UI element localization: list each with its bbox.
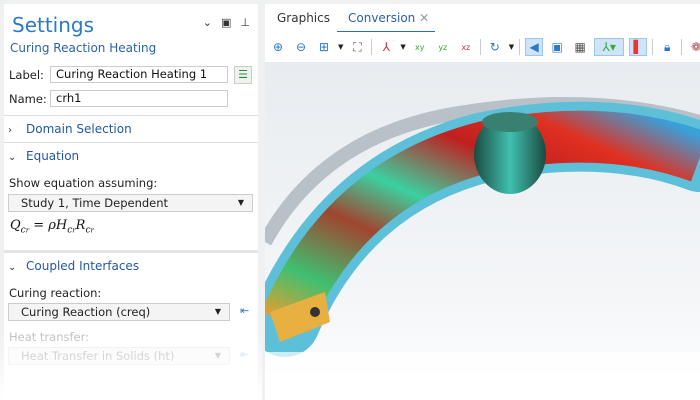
yz-view-icon[interactable]: yz (434, 38, 452, 56)
graphics-toolbar: ⊕ ⊖ ⊞ ▼ ⛶ ⅄ ▼ xy yz xz ↻ ▼ ◀ ▣ ▦ ⅄▾ ▌ 🔒︎ ❁ (269, 37, 700, 57)
view-axes-icon[interactable]: ⅄ (377, 38, 395, 56)
floor-fade (265, 352, 700, 400)
rotate-icon[interactable]: ↻ (486, 38, 504, 56)
section-domain-selection[interactable]: › Domain Selection (4, 115, 258, 141)
scene-light-icon[interactable]: ◀ (525, 38, 544, 56)
axis-orientation-icon[interactable]: ⅄▾ (594, 38, 625, 56)
tab-graphics[interactable]: Graphics (277, 11, 330, 25)
section-equation[interactable]: ⌄ Equation (4, 142, 258, 168)
dropdown-arrow-icon: ▼ (214, 307, 221, 316)
study-value: Study 1, Time Dependent (21, 196, 169, 210)
go-to-source-icon: ⇤ (240, 348, 250, 361)
go-to-source-icon[interactable]: ⇤ (240, 304, 249, 317)
maximize-icon[interactable]: ▣ (221, 16, 231, 29)
comment-icon[interactable]: ☰ (234, 66, 252, 84)
zoom-out-icon[interactable]: ⊖ (292, 38, 310, 56)
zoom-box-icon[interactable]: ⊞ (315, 38, 333, 56)
page-title: Settings (12, 13, 95, 37)
study-select[interactable]: Study 1, Time Dependent ▼ (8, 194, 253, 212)
render-icon[interactable]: ❁ (687, 38, 700, 56)
section-label: Coupled Interfaces (26, 259, 140, 273)
dropdown-arrow-icon: ▼ (237, 198, 244, 207)
zoom-extents-icon[interactable]: ⛶ (348, 38, 366, 56)
zoom-in-icon[interactable]: ⊕ (269, 38, 287, 56)
curing-value: Curing Reaction (creq) (21, 305, 151, 319)
curing-reaction-label: Curing reaction: (9, 286, 102, 300)
graphics-canvas[interactable] (265, 62, 700, 400)
xz-view-icon[interactable]: xz (457, 38, 475, 56)
chevron-down-icon: ⌄ (8, 152, 17, 163)
curing-reaction-select[interactable]: Curing Reaction (creq) ▼ (8, 303, 230, 321)
section-label: Equation (26, 149, 80, 163)
grid-icon[interactable]: ▦ (571, 38, 589, 56)
node-subtitle: Curing Reaction Heating (10, 41, 157, 55)
section-coupled-interfaces[interactable]: ⌄ Coupled Interfaces (4, 250, 258, 276)
tab-label: Conversion (348, 11, 416, 25)
transparency-icon[interactable]: ▣ (548, 38, 566, 56)
equation-formula: Qcr = ρHcrRcr (10, 218, 94, 236)
chevron-down-icon: ⌄ (8, 262, 17, 273)
graphics-panel: Graphics Conversion ✕ ⊕ ⊖ ⊞ ▼ ⛶ ⅄ ▼ xy yz … (265, 4, 700, 400)
heat-transfer-label: Heat transfer: (9, 330, 90, 344)
chevron-down-icon[interactable]: ⌄ (203, 16, 212, 29)
label-label: Label: (9, 68, 44, 82)
dropdown-arrow-icon: ▼ (214, 351, 221, 360)
tab-conversion[interactable]: Conversion ✕ (337, 11, 436, 32)
show-equation-label: Show equation assuming: (9, 176, 158, 190)
settings-panel: Settings ⌄ ▣ ⊥ Curing Reaction Heating L… (4, 4, 258, 400)
pin-icon[interactable]: ⊥ (240, 16, 250, 29)
lock-icon[interactable]: 🔒︎ (658, 38, 676, 56)
xy-view-icon[interactable]: xy (411, 38, 429, 56)
bushing-top (482, 112, 538, 132)
name-label: Name: (9, 92, 47, 106)
heat-value: Heat Transfer in Solids (ht) (21, 349, 175, 363)
label-input[interactable]: Curing Reaction Heating 1 (50, 66, 228, 83)
heat-transfer-select[interactable]: Heat Transfer in Solids (ht) ▼ (8, 347, 230, 365)
chevron-right-icon: › (8, 125, 12, 136)
close-icon[interactable]: ✕ (419, 11, 429, 25)
name-input[interactable]: crh1 (50, 90, 228, 107)
bolt-hole (310, 307, 320, 317)
window-controls: ⌄ ▣ ⊥ (203, 16, 250, 29)
section-label: Domain Selection (26, 122, 132, 136)
color-legend-icon[interactable]: ▌ (629, 38, 648, 56)
